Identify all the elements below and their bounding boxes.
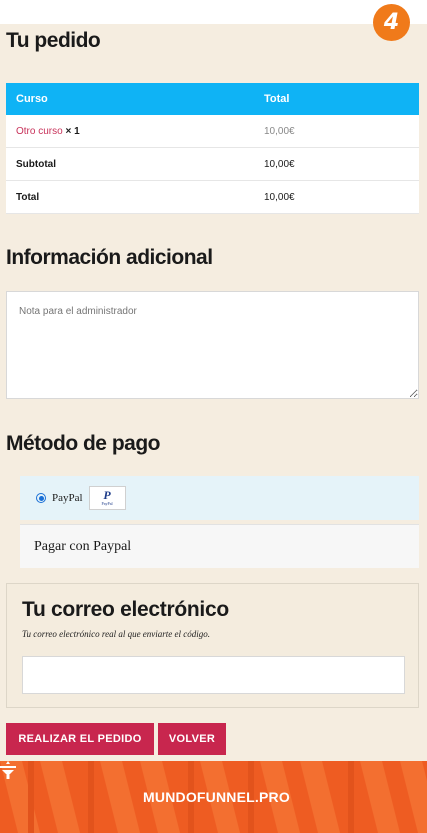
paypal-logo-icon: P PayPal: [88, 486, 126, 510]
course-link[interactable]: Otro curso: [16, 126, 63, 137]
column-header-total: Total: [254, 83, 419, 115]
total-label: Total: [6, 180, 254, 214]
additional-info-title: Información adicional: [6, 246, 213, 269]
subtotal-value: 10,00€: [254, 147, 419, 181]
email-title: Tu correo electrónico: [22, 598, 229, 621]
item-total: 10,00€: [254, 115, 419, 148]
brand-logo-icon[interactable]: 4: [373, 4, 410, 41]
back-button[interactable]: VOLVER: [158, 723, 226, 755]
brand-badge-letter: 4: [383, 10, 400, 35]
table-header-row: Curso Total: [6, 83, 419, 115]
item-quantity: × 1: [65, 125, 80, 137]
total-value: 10,00€: [254, 180, 419, 214]
email-subtitle: Tu correo electrónico real al que enviar…: [22, 629, 211, 639]
payment-option-paypal[interactable]: PayPal P PayPal: [20, 476, 419, 520]
footer-brand[interactable]: MUNDOFUNNEL.PRO: [0, 761, 427, 833]
email-field[interactable]: [22, 656, 405, 694]
order-notes-field[interactable]: [6, 291, 419, 399]
paypal-logo-word: PayPal: [101, 501, 113, 506]
table-row: Subtotal 10,00€: [6, 147, 419, 181]
order-table: Curso Total Otro curso × 1 10,00€ Subtot…: [6, 83, 419, 214]
footer-brand-text: MUNDOFUNNEL.PRO: [143, 789, 290, 805]
table-row: Total 10,00€: [6, 180, 419, 214]
paypal-radio[interactable]: [36, 493, 46, 503]
top-bar: [0, 0, 427, 24]
paypal-option-label: PayPal: [52, 492, 83, 504]
email-section: Tu correo electrónico Tu correo electrón…: [6, 583, 419, 708]
item-cell: Otro curso × 1: [6, 115, 254, 148]
table-row: Otro curso × 1 10,00€: [6, 115, 419, 148]
payment-method-title: Método de pago: [6, 432, 161, 455]
subtotal-label: Subtotal: [6, 147, 254, 181]
column-header-course: Curso: [6, 83, 254, 115]
order-title: Tu pedido: [6, 29, 101, 52]
footer-banner: MUNDOFUNNEL.PRO: [0, 761, 427, 833]
place-order-button[interactable]: REALIZAR EL PEDIDO: [6, 723, 154, 755]
payment-description: Pagar con Paypal: [20, 524, 419, 568]
